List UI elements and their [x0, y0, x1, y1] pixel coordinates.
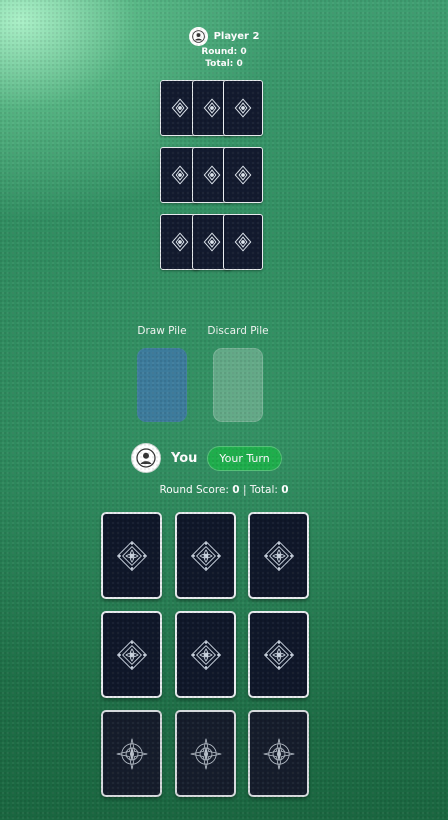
opponent-header: Player 2 Round: 0 Total: 0 — [0, 26, 448, 70]
discard-pile-label: Discard Pile — [207, 325, 269, 337]
player-card[interactable] — [101, 611, 162, 698]
opponent-card-row — [160, 214, 264, 272]
ornament-icon — [190, 540, 221, 571]
player-header: You Your Turn — [131, 443, 282, 473]
ornament-icon — [116, 639, 147, 670]
ornament-icon — [171, 98, 189, 118]
opponent-card — [223, 147, 263, 203]
player-card[interactable] — [248, 710, 309, 797]
draw-pile[interactable] — [137, 348, 187, 422]
user-icon — [136, 448, 156, 468]
player-card[interactable] — [175, 512, 236, 599]
opponent-card — [223, 214, 263, 270]
total-score-label: Total: — [249, 484, 278, 496]
ornament-icon — [234, 98, 252, 118]
draw-pile-label: Draw Pile — [137, 325, 187, 337]
ornament-icon — [171, 165, 189, 185]
compass-ornament-icon — [115, 737, 148, 770]
your-turn-badge: Your Turn — [207, 445, 282, 471]
player-card[interactable] — [101, 512, 162, 599]
ornament-icon — [171, 232, 189, 252]
opponent-total-score: Total: 0 — [205, 59, 243, 69]
opponent-name: Player 2 — [213, 30, 260, 42]
ornament-icon — [203, 98, 221, 118]
total-score-value: 0 — [281, 484, 289, 496]
player-name: You — [171, 450, 198, 466]
ornament-icon — [234, 165, 252, 185]
ornament-icon — [203, 165, 221, 185]
round-score-value: 0 — [232, 484, 240, 496]
ornament-icon — [116, 540, 147, 571]
user-icon — [191, 29, 205, 43]
discard-pile[interactable] — [213, 348, 263, 422]
score-separator: | — [242, 484, 247, 496]
opponent-card-row — [160, 147, 264, 205]
opponent-round-score: Round: 0 — [201, 47, 247, 57]
player-avatar — [131, 443, 161, 473]
player-card[interactable] — [248, 611, 309, 698]
compass-ornament-icon — [189, 737, 222, 770]
ornament-icon — [263, 639, 294, 670]
player-card[interactable] — [101, 710, 162, 797]
round-score-label: Round Score: — [159, 484, 229, 496]
ornament-icon — [263, 540, 294, 571]
opponent-card-row — [160, 80, 264, 138]
opponent-name-row: Player 2 — [0, 26, 448, 46]
opponent-card — [223, 80, 263, 136]
ornament-icon — [190, 639, 221, 670]
ornament-icon — [234, 232, 252, 252]
ornament-icon — [203, 232, 221, 252]
player-card[interactable] — [175, 611, 236, 698]
player-card[interactable] — [175, 710, 236, 797]
player-card[interactable] — [248, 512, 309, 599]
compass-ornament-icon — [262, 737, 295, 770]
opponent-avatar — [188, 26, 208, 46]
player-score-line: Round Score: 0 | Total: 0 — [0, 484, 448, 496]
